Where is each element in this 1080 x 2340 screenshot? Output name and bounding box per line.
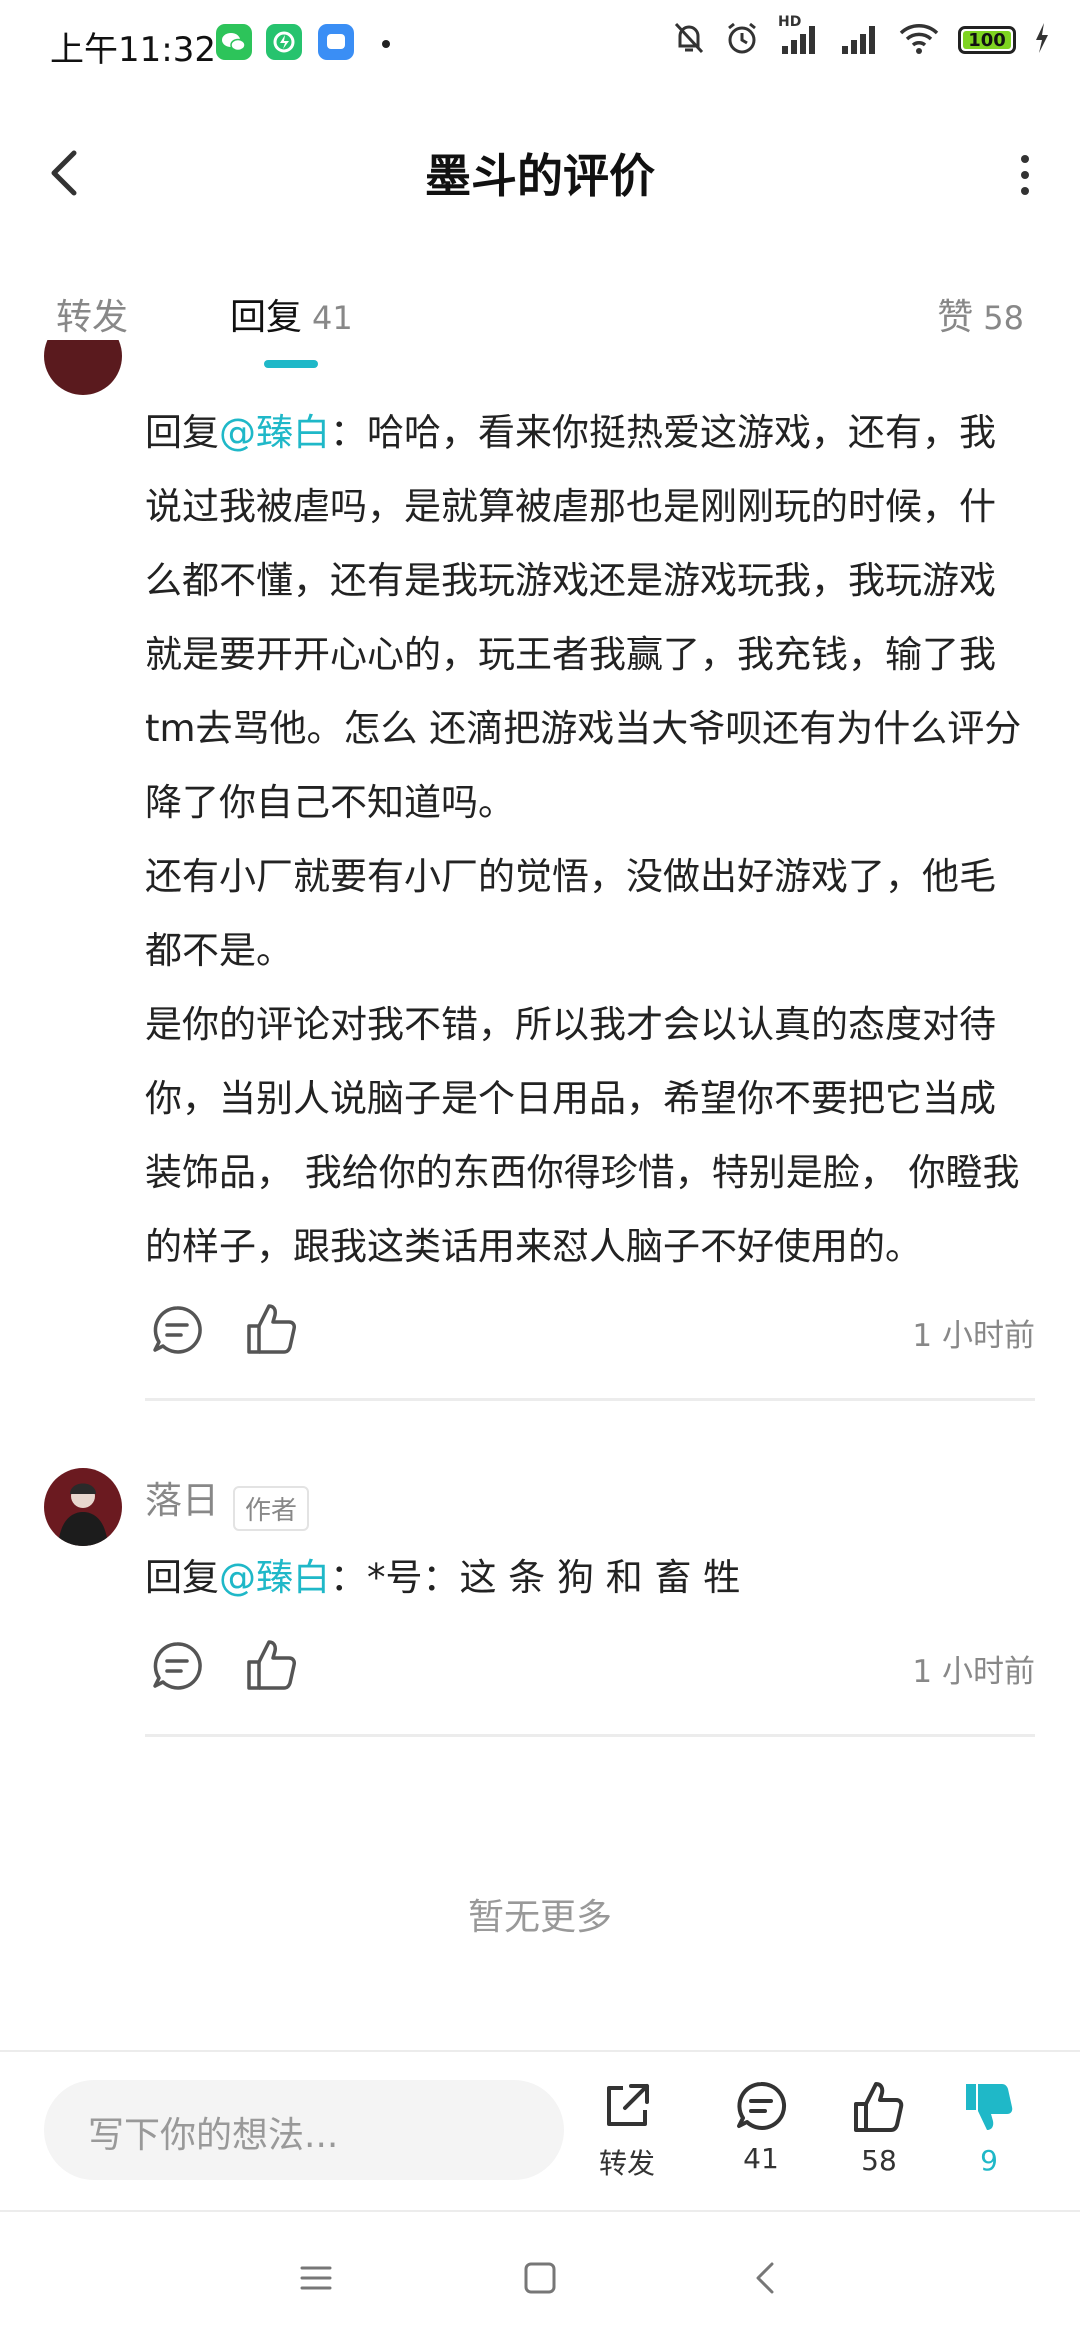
comment-actions: 1 小时前 [145, 1634, 1035, 1704]
tab-replies-label: 回复 [230, 297, 303, 338]
comment-timestamp: 1 小时前 [912, 1318, 1035, 1354]
back-nav-button[interactable] [736, 2248, 796, 2308]
thumbs-up-icon [247, 1304, 296, 1354]
hd-label: HD [778, 14, 802, 30]
page-title: 墨斗的评价 [425, 149, 655, 203]
author-badge: 作者 [233, 1486, 310, 1531]
author-name[interactable]: 落日 [145, 1479, 219, 1522]
share-icon [607, 2084, 649, 2126]
like-button[interactable] [243, 1300, 301, 1362]
tab-likes[interactable]: 赞 58 [937, 288, 1024, 340]
thumbs-up-icon [247, 1640, 296, 1690]
message-app-icon [318, 24, 354, 60]
comment-body: 回复@臻白：哈哈，看来你挺热爱这游戏，还有，我说过我被虐吗，是就算被虐那也是刚刚… [145, 396, 1025, 1284]
avatar[interactable] [44, 1468, 122, 1546]
like-button[interactable] [243, 1636, 301, 1698]
more-vertical-icon [1021, 155, 1029, 195]
charging-icon [1034, 23, 1050, 57]
menu-nav-button[interactable] [286, 2248, 346, 2308]
alarm-icon [724, 20, 760, 60]
thumbs-up-icon [854, 2082, 904, 2132]
menu-icon [300, 2266, 332, 2290]
signal-hd-icon: HD [778, 14, 822, 60]
chevron-left-icon [756, 2262, 774, 2294]
square-home-icon [524, 2262, 556, 2294]
share-label: 转发 [598, 2147, 655, 2180]
avatar-image [44, 1468, 122, 1546]
signal-icon [840, 20, 880, 60]
comment-actions: 1 小时前 [145, 1298, 1035, 1368]
tab-active-indicator [264, 360, 318, 368]
comment-timestamp: 1 小时前 [912, 1654, 1035, 1690]
comment-input[interactable]: 写下你的想法... [44, 2080, 564, 2180]
power-app-icon [266, 24, 302, 60]
comment-bubble-icon [153, 1306, 202, 1354]
comment-paragraph-text: 哈哈，看来你挺热爱这游戏，还有，我说过我被虐吗，是就算被虐那也是刚刚玩的时候，什… [145, 411, 1022, 824]
reply-prefix: 回复 [145, 1556, 219, 1599]
tab-replies-count: 41 [312, 299, 353, 337]
more-options-button[interactable] [1010, 150, 1040, 200]
comment-paragraph: 是你的评论对我不错，所以我才会以认真的态度对待你，当别人说脑子是个日用品，希望你… [145, 1003, 1020, 1268]
divider [145, 1398, 1035, 1401]
mention-link[interactable]: @臻白 [219, 411, 330, 454]
reply-prefix: 回复 [145, 411, 219, 454]
avatar-partial[interactable] [44, 340, 122, 395]
comments-button[interactable]: 41 [706, 2078, 816, 2175]
tab-forward-label: 转发 [56, 297, 129, 338]
comment-body: 回复@臻白：*号：这 条 狗 和 畜 牲 [145, 1541, 1025, 1615]
comment-text: *号：这 条 狗 和 畜 牲 [367, 1556, 741, 1599]
reply-button[interactable] [149, 1302, 205, 1362]
dislike-count: 9 [980, 2144, 998, 2177]
tab-forward[interactable]: 转发 [56, 288, 128, 340]
comment-paragraph: 还有小厂就要有小厂的觉悟，没做出好游戏了，他毛都不是。 [145, 855, 996, 972]
share-button[interactable]: 转发 [572, 2078, 682, 2182]
battery-icon: 100 [958, 26, 1016, 54]
input-placeholder: 写下你的想法... [88, 2115, 339, 2156]
comment-author-row: 落日 作者 [145, 1470, 310, 1531]
thumbs-down-filled-icon [966, 2084, 1013, 2130]
battery-level: 100 [968, 29, 1006, 51]
tab-likes-count: 58 [983, 299, 1024, 337]
status-icons: HD 100 [672, 14, 1050, 60]
comment-count: 41 [743, 2142, 779, 2175]
reply-button[interactable] [149, 1638, 205, 1698]
status-time: 上午11:32 [50, 30, 216, 70]
comment-paragraph: 回复@臻白：哈哈，看来你挺热爱这游戏，还有，我说过我被虐吗，是就算被虐那也是刚刚… [145, 396, 1025, 840]
mute-bell-icon [672, 20, 706, 60]
no-more-label: 暂无更多 [467, 1897, 612, 1938]
reply-separator: ： [330, 411, 367, 454]
comment-bubble-icon [153, 1642, 202, 1690]
like-count: 58 [861, 2144, 897, 2177]
reply-separator: ： [330, 1556, 367, 1599]
mention-link[interactable]: @臻白 [219, 1556, 330, 1599]
like-button[interactable]: 58 [824, 2078, 934, 2177]
dislike-button[interactable]: 9 [934, 2078, 1044, 2177]
wifi-icon [898, 20, 940, 60]
tab-replies[interactable]: 回复 41 [230, 288, 353, 340]
wechat-icon [216, 24, 252, 60]
home-nav-button[interactable] [510, 2248, 570, 2308]
tab-likes-label: 赞 [937, 297, 974, 338]
divider [145, 1734, 1035, 1737]
notification-dot [382, 40, 390, 48]
comment-bubble-icon [737, 2081, 787, 2130]
